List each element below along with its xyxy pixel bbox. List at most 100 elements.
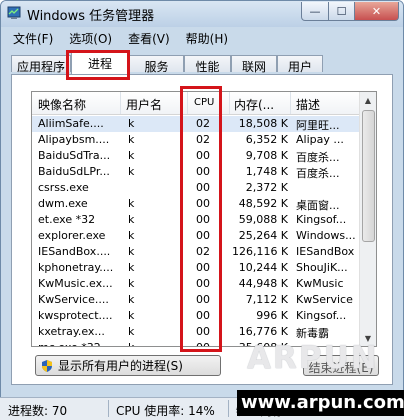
process-cpu: 00 [196, 213, 210, 226]
process-name: explorer.exe [38, 229, 106, 242]
column-divider[interactable] [120, 92, 121, 114]
process-description: KwMusic [296, 277, 344, 290]
window-controls: — ☐ ✕ [301, 2, 399, 21]
watermark: ARPUN www.arpun.com [225, 340, 404, 419]
process-description: 桌面窗... [296, 199, 340, 212]
minimize-button[interactable]: — [301, 2, 329, 21]
process-cpu: 00 [196, 149, 210, 162]
process-description: Kingsof... [296, 213, 347, 226]
table-row[interactable]: KwMusic.ex... k 00 44,948 K KwMusic [32, 276, 362, 292]
menu-file[interactable]: 文件(F) [3, 28, 59, 46]
title-bar[interactable]: Windows 任务管理器 — ☐ ✕ [1, 1, 403, 27]
process-memory: 48,592 K [238, 197, 288, 210]
column-divider[interactable] [187, 92, 188, 114]
column-description[interactable]: 描述 [296, 96, 320, 113]
table-row[interactable]: kxetray.ex... k 00 16,776 K 新毒霸 [32, 324, 362, 340]
process-list[interactable]: 映像名称 用户名 CPU 内存(... 描述 AliimSafe.... k 02 1… [31, 91, 377, 347]
process-cpu: 00 [196, 325, 210, 338]
process-memory: 126,116 K [232, 245, 288, 258]
table-row[interactable]: Alipaybsm.... k 02 6,352 K Alipay ... [32, 132, 362, 148]
process-cpu: 00 [196, 341, 220, 346]
maximize-button[interactable]: ☐ [329, 2, 355, 21]
process-cpu: 02 [196, 117, 210, 130]
process-memory: 59,088 K [238, 213, 288, 226]
process-description: 阿里旺... [296, 119, 340, 132]
process-user: k [128, 293, 135, 306]
process-cpu: 00 [196, 261, 210, 274]
process-cpu: 00 [196, 293, 210, 306]
column-divider[interactable] [290, 92, 291, 114]
menu-view[interactable]: 查看(V) [118, 28, 176, 46]
shield-icon [42, 359, 52, 372]
scroll-up-arrow-icon[interactable]: ▲ [360, 92, 376, 108]
process-description: KwService [296, 293, 353, 306]
table-row[interactable]: csrss.exe 00 2,372 K [32, 180, 362, 196]
column-user-name[interactable]: 用户名 [126, 96, 162, 113]
process-user: k [128, 213, 135, 226]
table-row[interactable]: kwsprotect.... k 00 996 K Kingsof... [32, 308, 362, 324]
tab-performance[interactable]: 性能 [184, 55, 231, 74]
table-row[interactable]: BaiduSdLPr... k 00 1,748 K 百度杀... [32, 164, 362, 180]
menu-help[interactable]: 帮助(H) [176, 28, 234, 46]
status-process-count: 进程数: 70 [8, 404, 68, 418]
watermark-url: www.arpun.com [237, 390, 404, 416]
process-cpu: 00 [196, 181, 210, 194]
column-divider[interactable] [229, 92, 230, 114]
process-memory: 16,776 K [238, 325, 288, 338]
vertical-scrollbar[interactable]: ▲ ▼ [359, 92, 376, 346]
process-user: k [128, 149, 135, 162]
process-description: 新毒霸 [296, 327, 329, 340]
process-cpu: 02 [196, 133, 210, 146]
table-row[interactable]: AliimSafe.... k 02 18,508 K 阿里旺... [32, 116, 362, 132]
tab-applications[interactable]: 应用程序 [11, 55, 71, 74]
process-description: ShouJiK... [296, 261, 348, 274]
process-memory: 10,244 K [238, 261, 288, 274]
process-user: k [128, 309, 135, 322]
column-cpu[interactable]: CPU [194, 97, 214, 108]
process-memory: 7,112 K [245, 293, 288, 306]
menu-bar: 文件(F) 选项(O) 查看(V) 帮助(H) [3, 28, 401, 46]
process-cpu: 00 [196, 277, 210, 290]
process-user: k [128, 277, 135, 290]
process-name: mc.exe *32 [38, 341, 122, 346]
task-manager-icon [7, 6, 21, 19]
process-name: dwm.exe [38, 197, 88, 210]
process-cpu: 00 [196, 165, 210, 178]
table-row[interactable]: et.exe *32 k 00 59,088 K Kingsof... [32, 212, 362, 228]
process-name: BaiduSdLPr... [38, 165, 110, 178]
process-user: k [128, 165, 135, 178]
close-button[interactable]: ✕ [355, 2, 399, 21]
menu-options[interactable]: 选项(O) [59, 28, 118, 46]
process-name: kphonetray.... [38, 261, 114, 274]
process-description: 百度杀... [296, 151, 340, 164]
table-row[interactable]: dwm.exe k 00 48,592 K 桌面窗... [32, 196, 362, 212]
process-name: Alipaybsm.... [38, 133, 110, 146]
tab-users[interactable]: 用户 [277, 55, 323, 74]
table-row[interactable]: kphonetray.... k 00 10,244 K ShouJiK... [32, 260, 362, 276]
tab-networking[interactable]: 联网 [231, 55, 277, 74]
column-memory[interactable]: 内存(... [234, 96, 274, 113]
column-image-name[interactable]: 映像名称 [38, 96, 86, 113]
process-name: IESandBox.... [38, 245, 111, 258]
process-name: AliimSafe.... [38, 117, 104, 130]
process-user: k [128, 197, 135, 210]
scroll-thumb[interactable] [362, 110, 375, 242]
process-cpu: 00 [196, 197, 210, 210]
process-name: BaiduSdTra... [38, 149, 111, 162]
show-all-users-label: 显示所有用户的进程(S) [58, 359, 183, 373]
process-description: Kingsof... [296, 309, 347, 322]
show-all-users-button[interactable]: 显示所有用户的进程(S) [35, 355, 221, 376]
table-row[interactable]: explorer.exe k 00 25,264 K Windows... [32, 228, 362, 244]
tab-processes[interactable]: 进程 [71, 52, 129, 74]
process-memory: 44,948 K [238, 277, 288, 290]
table-row[interactable]: BaiduSdTra... k 00 9,708 K 百度杀... [32, 148, 362, 164]
table-row[interactable]: IESandBox.... k 02 126,116 K IESandBox [32, 244, 362, 260]
process-description: 百度杀... [296, 167, 340, 180]
process-memory: 1,748 K [245, 165, 288, 178]
tab-services[interactable]: 服务 [129, 55, 184, 74]
table-row[interactable]: KwService.... k 00 7,112 K KwService [32, 292, 362, 308]
process-user: k [128, 245, 135, 258]
process-cpu: 00 [196, 309, 210, 322]
process-memory: 6,352 K [245, 133, 288, 146]
process-user: k [128, 117, 135, 130]
